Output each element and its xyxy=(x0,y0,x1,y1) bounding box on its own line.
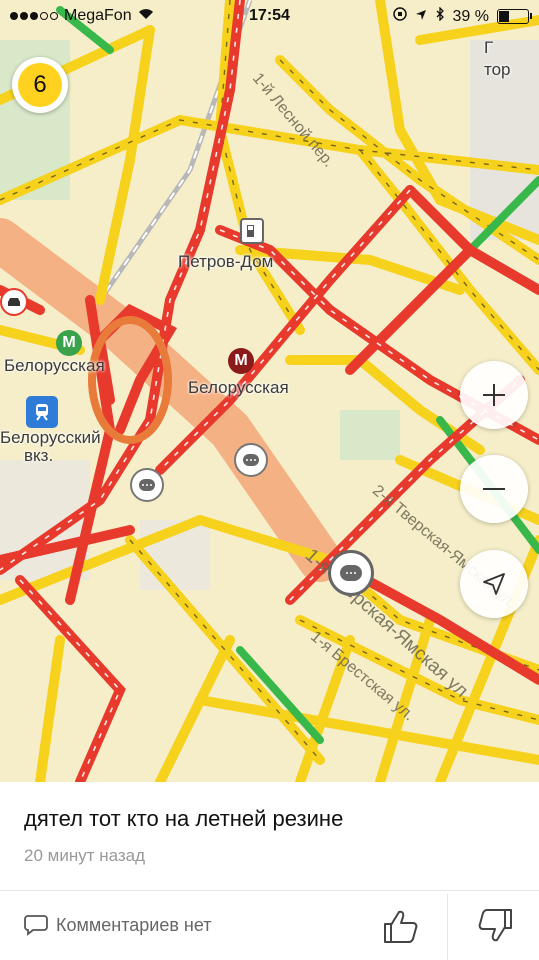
traffic-level-value: 6 xyxy=(33,71,47,98)
metro-icon[interactable]: M xyxy=(228,348,254,374)
status-right: 39 % xyxy=(392,6,532,26)
orientation-lock-icon xyxy=(392,7,407,26)
bluetooth-icon xyxy=(435,6,445,26)
map-label-vokzal: вкз. xyxy=(24,446,54,465)
status-bar: MegaFon 17:54 39 % xyxy=(0,0,539,32)
zoom-out-button[interactable] xyxy=(460,455,528,523)
map-label-belorusskaya-center: Белорусская xyxy=(188,378,289,397)
vertical-divider xyxy=(447,894,448,960)
car-icon[interactable] xyxy=(0,288,28,316)
traffic-map[interactable]: MegaFon 17:54 39 % 6 Петров-Дом Белорусс… xyxy=(0,0,539,782)
divider xyxy=(0,890,539,891)
thumbs-up-icon xyxy=(384,910,418,943)
map-label-top-right: Г xyxy=(484,38,494,57)
post-time: 20 минут назад xyxy=(24,846,146,865)
post-panel: дятел тот кто на летней резине 20 минут … xyxy=(0,782,539,960)
location-services-icon xyxy=(415,8,427,26)
comment-pin-icon[interactable] xyxy=(328,550,374,596)
battery-icon xyxy=(497,9,532,24)
comment-pin-icon[interactable] xyxy=(234,443,268,477)
dislike-button[interactable] xyxy=(476,906,516,946)
comment-pin-icon[interactable] xyxy=(130,468,164,502)
comment-icon xyxy=(24,915,48,936)
zoom-out-icon xyxy=(483,488,505,490)
comments-button[interactable]: Комментариев нет xyxy=(24,914,212,936)
map-label-petrov-house: Петров-Дом xyxy=(178,252,274,271)
map-label-belorusskaya-left: Белорусская xyxy=(4,356,105,375)
thumbs-down-icon xyxy=(478,909,512,942)
traffic-level-badge[interactable]: 6 xyxy=(12,57,68,113)
map-label-belorussky-station: Белорусский xyxy=(0,428,101,447)
like-button[interactable] xyxy=(380,906,420,946)
zoom-in-button[interactable] xyxy=(460,361,528,429)
post-message: дятел тот кто на летней резине xyxy=(24,806,344,831)
battery-percent: 39 % xyxy=(452,7,489,25)
location-arrow-icon xyxy=(483,573,505,595)
metro-icon[interactable]: M xyxy=(56,330,82,356)
train-icon[interactable] xyxy=(26,396,58,428)
my-location-button[interactable] xyxy=(460,550,528,618)
map-label-top-right-2: тор xyxy=(484,60,511,79)
fuel-icon[interactable] xyxy=(240,218,264,244)
comments-label: Комментариев нет xyxy=(56,914,212,935)
zoom-in-icon xyxy=(483,384,505,406)
